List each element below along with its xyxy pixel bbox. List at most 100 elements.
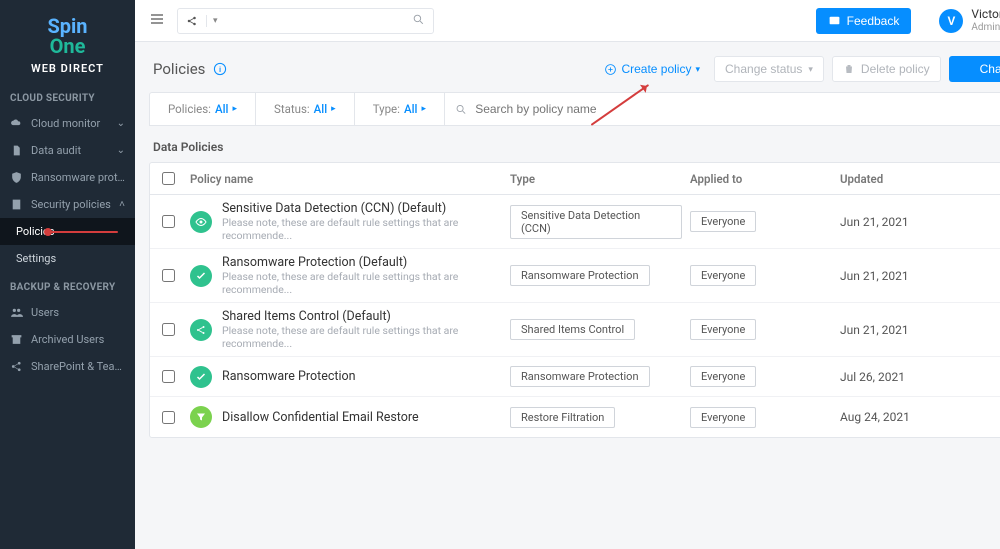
table-row[interactable]: Disallow Confidential Email Restore Resto… — [150, 397, 1000, 437]
policy-badge-icon — [190, 366, 212, 388]
policy-applied-pill: Everyone — [690, 265, 756, 286]
sidebar-item-ransomware-protection[interactable]: Ransomware protection — [0, 164, 135, 191]
policy-applied-pill: Everyone — [690, 319, 756, 340]
page-title: Policies — [153, 60, 205, 78]
trash-icon — [843, 63, 855, 75]
sidebar-item-archived-users[interactable]: Archived Users — [0, 326, 135, 353]
section-title: Data Policies — [149, 126, 1000, 162]
table-row[interactable]: Shared Items Control (Default)Please not… — [150, 303, 1000, 357]
table-row[interactable]: Ransomware Protection (Default)Please no… — [150, 249, 1000, 303]
policy-applied-pill: Everyone — [690, 211, 756, 232]
file-icon — [10, 144, 23, 157]
policy-name: Shared Items Control (Default) — [222, 309, 502, 324]
policy-name: Disallow Confidential Email Restore — [222, 410, 419, 425]
policy-note: Please note, these are default rule sett… — [222, 270, 502, 296]
row-checkbox[interactable] — [162, 370, 175, 383]
sidebar-item-sharepoint-teams[interactable]: SharePoint & Teams — [0, 353, 135, 380]
shield-icon — [10, 171, 23, 184]
sidebar-item-users[interactable]: Users — [0, 299, 135, 326]
filter-status[interactable]: Status: All ▸ — [256, 93, 355, 125]
col-name[interactable]: Policy name — [186, 172, 506, 186]
policies-table: Policy name Type Applied to Updated Stat… — [149, 162, 1000, 438]
policy-badge-icon — [190, 406, 212, 428]
row-checkbox[interactable] — [162, 215, 175, 228]
sidebar-item-cloud-monitor[interactable]: Cloud monitor⌄ — [0, 110, 135, 137]
policy-name: Ransomware Protection — [222, 369, 356, 384]
policy-badge-icon — [190, 319, 212, 341]
share-search-box: ▾ — [177, 8, 434, 34]
share-caret-icon[interactable]: ▾ — [207, 16, 224, 26]
policy-badge-icon — [190, 211, 212, 233]
share-icon[interactable] — [178, 15, 207, 27]
sidebar-item-label: Ransomware protection — [31, 171, 125, 184]
feedback-label: Feedback — [847, 14, 900, 28]
change-status-label: Change status — [725, 62, 802, 76]
feedback-button[interactable]: Feedback — [816, 8, 912, 34]
policy-type-pill: Restore Filtration — [510, 407, 615, 428]
policy-note: Please note, these are default rule sett… — [222, 216, 502, 242]
filter-bar: Policies: All ▸ Status: All ▸ Type: All … — [149, 92, 1000, 126]
policy-name: Sensitive Data Detection (CCN) (Default) — [222, 201, 502, 216]
brand-line2: One — [0, 34, 135, 58]
page-header: Policies i Create policy ▾ Change status… — [149, 42, 1000, 92]
filter-type[interactable]: Type: All ▸ — [355, 93, 445, 125]
topbar: ▾ Feedback V Victor Smith Admin ⋮ — [135, 0, 1000, 42]
col-applied[interactable]: Applied to — [686, 172, 836, 186]
change-priority-label: Change priority — [980, 62, 1000, 76]
sidebar-heading: BACKUP & RECOVERY — [0, 272, 135, 299]
filter-policies[interactable]: Policies: All ▸ — [150, 93, 256, 125]
user-menu[interactable]: V Victor Smith Admin — [939, 8, 1000, 32]
table-row[interactable]: Sensitive Data Detection (CCN) (Default)… — [150, 195, 1000, 249]
user-role: Admin — [971, 22, 1000, 33]
select-all-checkbox[interactable] — [162, 172, 175, 185]
share-icon — [10, 360, 23, 373]
policy-type-pill: Ransomware Protection — [510, 265, 650, 286]
create-policy-label: Create policy — [621, 62, 691, 76]
row-checkbox[interactable] — [162, 269, 175, 282]
policy-applied-pill: Everyone — [690, 366, 756, 387]
plus-circle-icon — [604, 63, 617, 76]
search-icon[interactable] — [404, 13, 433, 29]
row-checkbox[interactable] — [162, 411, 175, 424]
col-type[interactable]: Type — [506, 172, 686, 186]
global-search-input[interactable] — [224, 9, 404, 33]
archive-icon — [10, 333, 23, 346]
col-status[interactable]: Status — [996, 172, 1000, 186]
mail-icon — [828, 14, 841, 27]
sidebar-item-security-policies[interactable]: Security policies˄ — [0, 191, 135, 218]
sidebar-item-label: Archived Users — [31, 333, 125, 346]
cloud-icon — [10, 117, 23, 130]
table-row[interactable]: Ransomware Protection Ransomware Protecti… — [150, 357, 1000, 397]
create-policy-button[interactable]: Create policy ▾ — [598, 58, 706, 80]
sidebar: Spin One WEB DIRECT CLOUD SECURITYCloud … — [0, 0, 135, 549]
change-priority-button[interactable]: Change priority — [949, 56, 1000, 82]
policy-badge-icon — [190, 265, 212, 287]
policy-updated: Jun 21, 2021 — [836, 269, 996, 283]
delete-policy-button[interactable]: Delete policy — [832, 56, 941, 82]
sidebar-item-label: Cloud monitor — [31, 117, 109, 130]
change-status-button[interactable]: Change status ▾ — [714, 56, 824, 82]
annotation-arrow — [48, 231, 118, 233]
avatar: V — [939, 9, 963, 33]
sidebar-subitem-policies[interactable]: Policies — [0, 218, 135, 245]
delete-policy-label: Delete policy — [861, 62, 930, 76]
sidebar-subitem-settings[interactable]: Settings — [0, 245, 135, 272]
policy-search-input[interactable] — [473, 101, 1000, 117]
policy-icon — [10, 198, 23, 211]
sidebar-item-label: Security policies — [31, 198, 111, 211]
users-icon — [10, 306, 23, 319]
col-updated[interactable]: Updated — [836, 172, 996, 186]
chevron-down-icon: ⌄ — [117, 145, 125, 156]
info-icon[interactable]: i — [213, 62, 227, 76]
sidebar-item-label: SharePoint & Teams — [31, 360, 125, 373]
policy-updated: Jun 21, 2021 — [836, 215, 996, 229]
sidebar-item-label: Data audit — [31, 144, 109, 157]
row-checkbox[interactable] — [162, 323, 175, 336]
sidebar-item-data-audit[interactable]: Data audit ⌄ — [0, 137, 135, 164]
brand-subtitle: WEB DIRECT — [0, 62, 135, 75]
menu-toggle-icon[interactable] — [149, 11, 165, 30]
search-icon — [455, 103, 467, 116]
policy-updated: Jun 21, 2021 — [836, 323, 996, 337]
user-name: Victor Smith — [971, 8, 1000, 21]
policy-type-pill: Ransomware Protection — [510, 366, 650, 387]
